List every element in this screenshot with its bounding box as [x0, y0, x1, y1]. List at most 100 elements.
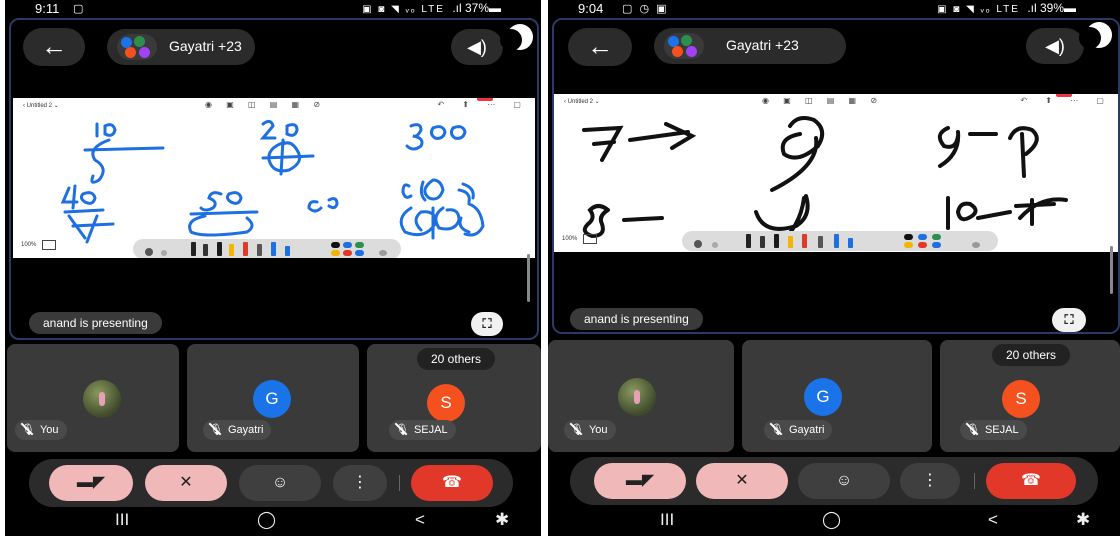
color-swatch[interactable] — [343, 242, 352, 248]
participant-tile-you[interactable]: 🎙 You — [548, 340, 734, 452]
accessibility-icon[interactable]: ✱ — [495, 510, 509, 530]
pen-tool[interactable] — [191, 242, 196, 256]
signal-icons: ▣ ◙ ◥ ᵥₒ LTE — [362, 4, 445, 15]
zoom-level[interactable]: 100% — [562, 234, 598, 244]
back-button[interactable]: ← — [23, 28, 85, 66]
highlighter-tool[interactable] — [788, 236, 793, 248]
back-button[interactable]: ← — [568, 28, 632, 66]
pen-tool[interactable] — [774, 234, 779, 248]
highlighter-tool[interactable] — [229, 244, 234, 256]
fullscreen-button[interactable]: ⛶ — [1052, 308, 1086, 332]
undo-icon[interactable] — [694, 240, 702, 248]
reactions-button[interactable]: ☺ — [239, 465, 321, 501]
status-time: 9:11 — [35, 1, 60, 16]
camera-toggle-button[interactable]: ▬◤ — [594, 463, 686, 499]
camera-toggle-button[interactable]: ▬◤ — [49, 465, 133, 501]
marker-tool[interactable] — [243, 242, 248, 256]
others-count[interactable]: 20 others — [992, 344, 1071, 366]
participant-tile-sejal[interactable]: 20 others S 🎙 SEJAL — [940, 340, 1120, 452]
more-options-button[interactable]: ⋮ — [900, 463, 960, 499]
others-count[interactable]: 20 others — [417, 348, 496, 370]
color-swatch[interactable] — [343, 250, 352, 256]
color-swatch[interactable] — [918, 234, 927, 240]
color-swatch[interactable] — [331, 242, 340, 248]
color-swatch[interactable] — [918, 242, 927, 248]
shared-whiteboard[interactable]: ‹ Untitled 2 ⌄ ◉ ▣ ◫ ▤ ▦ ⊘ ↶ ⬆ ⋯ ▢ 100% — [554, 94, 1118, 252]
accessibility-icon[interactable]: ✱ — [1076, 510, 1090, 530]
participant-tile-gayatri[interactable]: G 🎙 Gayatri — [742, 340, 932, 452]
color-swatch[interactable] — [904, 242, 913, 248]
reactions-button[interactable]: ☺ — [798, 463, 890, 499]
whiteboard-ink — [582, 116, 1068, 250]
pen-toolbar[interactable] — [682, 231, 998, 251]
eraser-tool[interactable] — [818, 236, 823, 248]
more-tools-icon[interactable] — [972, 242, 980, 248]
redo-icon[interactable] — [712, 242, 718, 248]
more-options-button[interactable]: ⋮ — [333, 465, 387, 501]
notification-icons: ▢ ◷ ▣ — [622, 3, 669, 15]
zoom-level[interactable]: 100% — [21, 240, 57, 250]
speaker-button[interactable]: ◀) — [451, 29, 503, 65]
moon-icon — [1079, 22, 1112, 49]
recents-button[interactable]: III — [660, 510, 674, 530]
meeting-title-pill[interactable]: Gayatri +23 — [654, 28, 846, 64]
status-time: 9:04 — [578, 1, 604, 16]
color-swatch[interactable] — [355, 250, 364, 256]
grid-toggle-icon[interactable] — [42, 240, 57, 250]
shared-whiteboard[interactable]: ‹ Untitled 2 ⌄ ◉ ▣ ◫ ▤ ▦ ⊘ ↶ ⬆ ⋯ ▢ 100% — [13, 98, 535, 258]
participants-avatars — [117, 34, 157, 60]
avatar-dot — [672, 46, 683, 57]
end-call-button[interactable]: ☎ — [411, 465, 493, 501]
participant-tile-sejal[interactable]: 20 others S 🎙 SEJAL — [367, 344, 541, 452]
color-swatch[interactable] — [904, 234, 913, 240]
notification-icons: ▢ — [73, 3, 86, 15]
pen-tool[interactable] — [217, 242, 222, 256]
fullscreen-icon: ⛶ — [1064, 312, 1074, 327]
avatar: G — [804, 378, 842, 416]
divider — [974, 473, 975, 489]
color-swatch[interactable] — [932, 242, 941, 248]
back-nav-button[interactable]: < — [988, 510, 998, 530]
end-call-button[interactable]: ☎ — [986, 463, 1076, 499]
mic-off-icon: 🎙 — [395, 420, 409, 440]
color-swatch[interactable] — [355, 242, 364, 248]
participant-name-chip: 🎙 You — [564, 420, 616, 440]
speaker-icon: ◀) — [1045, 36, 1065, 56]
participant-tile-you[interactable]: 🎙 You — [7, 344, 179, 452]
participant-name-chip: 🎙 Gayatri — [203, 420, 272, 440]
home-button[interactable]: ◯ — [822, 510, 841, 530]
back-nav-button[interactable]: < — [415, 510, 425, 530]
pen-tool[interactable] — [834, 234, 839, 248]
participant-name-chip: 🎙 SEJAL — [960, 420, 1027, 440]
fullscreen-button[interactable]: ⛶ — [471, 312, 503, 336]
eraser-tool[interactable] — [257, 244, 262, 256]
scrollbar[interactable] — [527, 254, 530, 302]
meeting-title-pill[interactable]: Gayatri +23 — [107, 29, 255, 65]
marker-tool[interactable] — [802, 234, 807, 248]
participant-tile-gayatri[interactable]: G 🎙 Gayatri — [187, 344, 359, 452]
battery-level: .ıl 39%▬ — [1027, 1, 1076, 15]
undo-icon[interactable] — [145, 248, 153, 256]
home-button[interactable]: ◯ — [257, 510, 276, 530]
pen-toolbar[interactable] — [133, 239, 401, 258]
more-tools-icon[interactable] — [379, 250, 387, 256]
pen-tool[interactable] — [746, 234, 751, 248]
speaker-button[interactable]: ◀) — [1026, 28, 1084, 64]
recents-button[interactable]: III — [115, 510, 129, 530]
color-swatch[interactable] — [331, 250, 340, 256]
emoji-icon: ☺ — [835, 472, 853, 489]
color-swatch[interactable] — [932, 234, 941, 240]
pen-tool[interactable] — [271, 242, 276, 256]
redo-icon[interactable] — [161, 250, 167, 256]
scrollbar[interactable] — [1110, 246, 1113, 294]
grid-toggle-icon[interactable] — [583, 234, 598, 244]
pen-tool[interactable] — [848, 238, 853, 248]
pen-tool[interactable] — [285, 246, 290, 256]
mic-toggle-button[interactable]: ✕ — [145, 465, 227, 501]
pen-tool[interactable] — [760, 236, 765, 248]
mic-toggle-button[interactable]: ✕ — [696, 463, 788, 499]
pen-tool[interactable] — [203, 244, 208, 256]
battery-level: .ıl 37%▬ — [452, 1, 501, 15]
end-call-icon: ☎ — [442, 474, 462, 491]
fullscreen-icon: ⛶ — [482, 316, 492, 331]
